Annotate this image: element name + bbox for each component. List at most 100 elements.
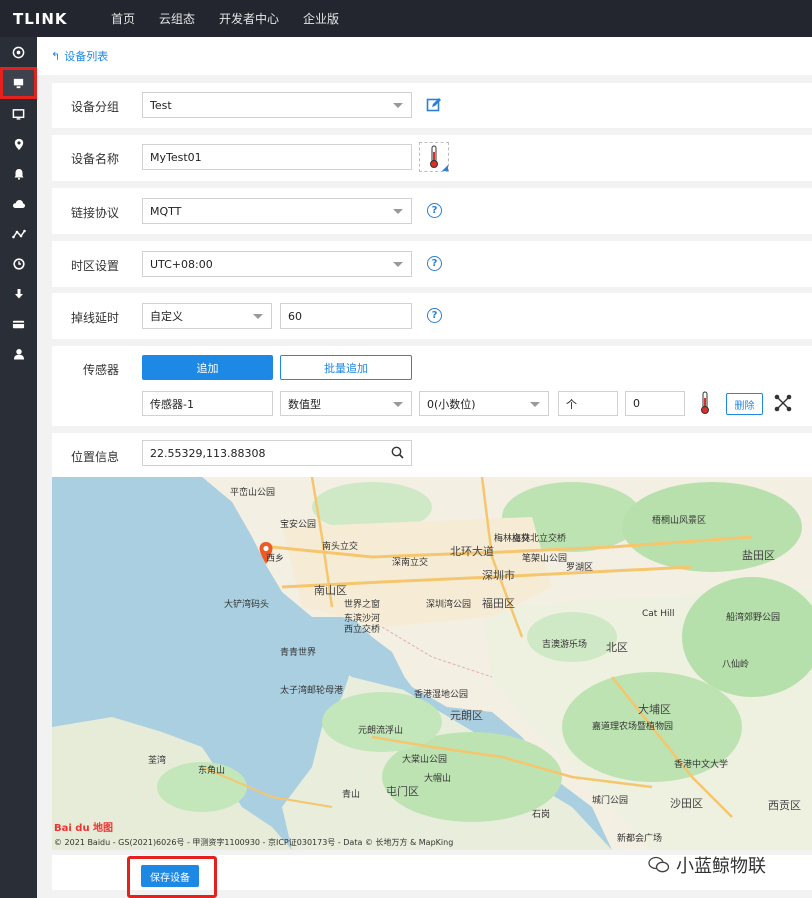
- bell-icon[interactable]: [0, 159, 37, 189]
- wechat-icon: [648, 856, 670, 873]
- watermark-text: 小蓝鲸物联: [676, 856, 766, 877]
- chevron-down-icon: [253, 314, 263, 319]
- delete-sensor-button[interactable]: 删除: [726, 393, 763, 415]
- card-icon[interactable]: [0, 309, 37, 339]
- map-label: 太子湾邮轮母港: [280, 686, 344, 696]
- device-name-input[interactable]: MyTest01: [142, 144, 412, 170]
- nav-enterprise[interactable]: 企业版: [291, 10, 351, 27]
- map-label: 嘉道理农场暨植物园: [592, 722, 674, 732]
- map-label: 青山: [342, 790, 361, 800]
- label-sensors: 传感器: [82, 363, 119, 377]
- device-group-value: Test: [150, 98, 172, 112]
- map-label: 梅林北立交桥: [512, 534, 567, 544]
- protocol-select[interactable]: MQTT: [142, 198, 412, 224]
- sensor-decimal-select[interactable]: 0(小数位): [419, 391, 549, 416]
- offline-delay-input[interactable]: 60: [280, 303, 412, 329]
- map-label: 香港湿地公园: [414, 690, 469, 700]
- map-label: 西贡区: [768, 799, 801, 812]
- help-icon[interactable]: ?: [427, 203, 442, 218]
- sensor-unit-input[interactable]: 个: [558, 391, 618, 416]
- search-icon[interactable]: [391, 446, 404, 462]
- nav-developer[interactable]: 开发者中心: [207, 10, 291, 27]
- label-protocol: 链接协议: [70, 206, 119, 220]
- sensor-value-input[interactable]: 0: [625, 391, 685, 416]
- location-icon[interactable]: [0, 129, 37, 159]
- timezone-select[interactable]: UTC+08:00: [142, 251, 412, 277]
- row-device-name: 设备名称 MyTest01: [52, 135, 812, 181]
- map-label: 大铲湾码头: [224, 600, 270, 610]
- map-label: 石岗: [532, 810, 551, 820]
- row-protocol: 链接协议 MQTT ?: [52, 188, 812, 234]
- row-location: 位置信息 22.55329,113.88308: [52, 433, 812, 477]
- label-offline-delay: 掉线延时: [70, 311, 119, 325]
- offline-delay-value: 60: [288, 309, 302, 323]
- sensor-type-select[interactable]: 数值型: [280, 391, 412, 416]
- add-sensor-button[interactable]: 追加: [142, 355, 273, 380]
- offline-mode-select[interactable]: 自定义: [142, 303, 272, 329]
- help-icon[interactable]: ?: [427, 256, 442, 271]
- map-label: 新都会广场: [617, 834, 663, 844]
- cloud-icon[interactable]: [0, 189, 37, 219]
- brand-logo[interactable]: TLINK: [13, 10, 99, 28]
- back-to-device-list[interactable]: 设备列表: [64, 48, 108, 64]
- chevron-down-icon: [393, 103, 403, 108]
- location-input[interactable]: 22.55329,113.88308: [142, 440, 412, 466]
- download-icon[interactable]: [0, 279, 37, 309]
- map-label: Cat Hill: [642, 609, 675, 619]
- nav-cloud-scada[interactable]: 云组态: [147, 10, 207, 27]
- chevron-down-icon: [393, 262, 403, 267]
- map-label: 深南立交: [392, 558, 429, 568]
- watermark: 小蓝鲸物联: [648, 852, 766, 878]
- back-arrow-icon[interactable]: ↰: [51, 50, 60, 63]
- save-device-button[interactable]: 保存设备: [141, 865, 199, 887]
- device-name-value: MyTest01: [150, 150, 202, 164]
- map-label: 船湾郊野公园: [726, 613, 781, 623]
- chevron-down-icon: [530, 402, 540, 407]
- clock-icon[interactable]: [0, 249, 37, 279]
- batch-add-sensor-button[interactable]: 批量追加: [280, 355, 412, 380]
- monitor-icon[interactable]: [0, 99, 37, 129]
- label-device-name: 设备名称: [70, 152, 119, 166]
- dashboard-icon[interactable]: [0, 37, 37, 67]
- row-timezone: 时区设置 UTC+08:00 ?: [52, 241, 812, 287]
- map-label: 大帽山: [424, 774, 452, 784]
- map-label: 笔架山公园: [522, 554, 568, 564]
- breadcrumb[interactable]: ↰ 设备列表: [37, 37, 812, 75]
- sensor-name-input[interactable]: 传感器-1: [142, 391, 273, 416]
- row-sensors: 传感器 追加 批量追加 传感器-1 数值型 0(小数位) 个 0 删除: [52, 346, 812, 426]
- map-label: 元朗流浮山: [358, 726, 404, 736]
- map-label: 梧桐山风景区: [652, 516, 707, 526]
- map-label: 北环大道: [450, 545, 494, 558]
- thermometer-icon[interactable]: [699, 391, 711, 418]
- map-label: 大埔区: [638, 703, 671, 716]
- device-group-select[interactable]: Test: [142, 92, 412, 118]
- thermometer-icon: [430, 145, 438, 168]
- user-icon[interactable]: [0, 339, 37, 369]
- map-label: 八仙岭: [722, 660, 750, 670]
- label-device-group: 设备分组: [70, 100, 119, 114]
- map-label: 南头立交: [322, 542, 359, 552]
- node-link-icon[interactable]: [774, 394, 792, 415]
- map-label: 吉澳游乐场: [542, 640, 588, 650]
- sensor-name-value: 传感器-1: [150, 397, 194, 411]
- map-view[interactable]: 平峦山公园 宝安公园 西乡 南头立交 深南立交 北环大道 深圳市 南山区 世界之…: [52, 477, 812, 850]
- nav-home[interactable]: 首页: [99, 10, 147, 27]
- map-label: 城门公园: [592, 796, 629, 806]
- map-label: 深圳市: [482, 569, 515, 582]
- device-icon[interactable]: [0, 67, 37, 99]
- baidu-map-logo: Bai du 地图: [54, 823, 114, 834]
- map-label: 罗湖区: [566, 563, 594, 573]
- share-icon[interactable]: [0, 219, 37, 249]
- edit-icon[interactable]: [426, 97, 442, 116]
- map-label: 青青世界: [280, 648, 317, 658]
- map-label: 沙田区: [670, 797, 703, 810]
- offline-mode-value: 自定义: [150, 310, 183, 323]
- device-icon-picker[interactable]: [419, 142, 449, 172]
- label-timezone: 时区设置: [70, 259, 119, 273]
- map-label: 西立交桥: [344, 625, 381, 635]
- help-icon[interactable]: ?: [427, 308, 442, 323]
- top-navbar: TLINK 首页 云组态 开发者中心 企业版: [0, 0, 812, 37]
- map-label: 大棠山公园: [402, 755, 448, 765]
- map-label: 盐田区: [742, 549, 775, 562]
- map-label: 世界之窗: [344, 600, 381, 610]
